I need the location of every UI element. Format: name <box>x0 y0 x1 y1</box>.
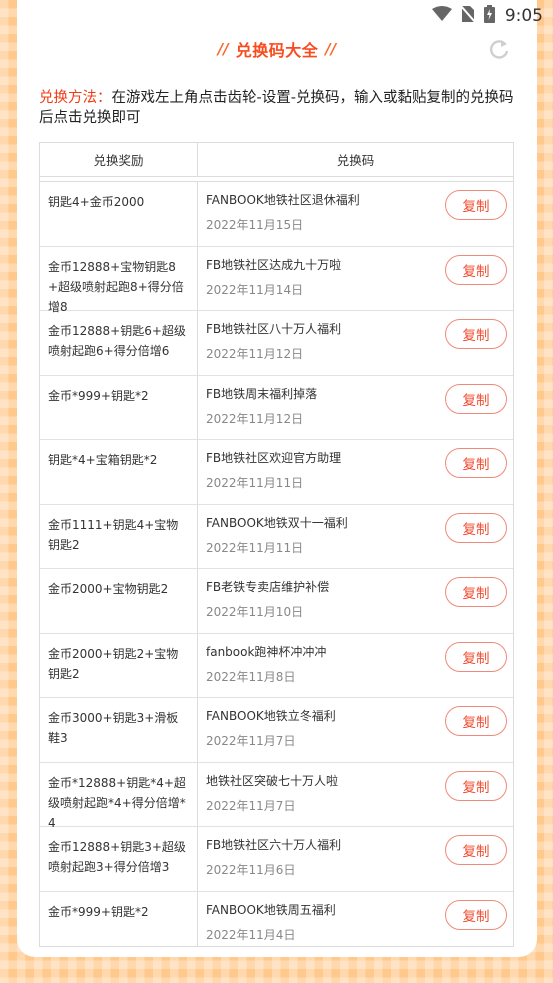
reward-cell: 金币*999+钥匙*2 <box>40 891 198 946</box>
page-title: 兑换码大全 <box>235 41 319 60</box>
table-row: 金币12888+钥匙6+超级喷射起跑6+得分倍增6 FB地铁社区八十万人福利 202… <box>40 311 513 376</box>
copy-button[interactable]: 复制 <box>445 319 507 349</box>
header-reward: 兑换奖励 <box>40 143 198 176</box>
code-cell: FANBOOK地铁立冬福利 2022年11月7日 复制 <box>198 698 513 762</box>
instructions-label: 兑换方法： <box>39 90 112 106</box>
copy-button[interactable]: 复制 <box>445 577 507 607</box>
header-code: 兑换码 <box>336 153 375 168</box>
panel-header: // 兑换码大全 // <box>17 34 537 64</box>
code-cell: FB地铁社区八十万人福利 2022年11月12日 复制 <box>198 311 513 375</box>
code-cell: FANBOOK地铁双十一福利 2022年11月11日 复制 <box>198 505 513 569</box>
reward-cell: 金币1111+钥匙4+宝物钥匙2 <box>40 504 198 568</box>
refresh-icon[interactable] <box>488 38 510 60</box>
copy-button[interactable]: 复制 <box>445 835 507 865</box>
reward-cell: 金币2000+宝物钥匙2 <box>40 569 198 633</box>
copy-button[interactable]: 复制 <box>445 512 507 543</box>
table-row: 金币1111+钥匙4+宝物钥匙2 FANBOOK地铁双十一福利 2022年11月11… <box>40 504 513 569</box>
table-row: 金币*999+钥匙*2 FB地铁周末福利掉落 2022年11月12日 复制 <box>40 375 513 440</box>
table-row: 钥匙4+金币2000 FANBOOK地铁社区退休福利 2022年11月15日 复制 <box>40 182 513 247</box>
code-cell: FB老铁专卖店维护补偿 2022年11月10日 复制 <box>198 569 513 633</box>
table-body: 钥匙4+金币2000 FANBOOK地铁社区退休福利 2022年11月15日 复制 金币… <box>40 178 513 947</box>
table-header: 兑换奖励 兑换码 <box>40 143 513 177</box>
code-cell: FB地铁社区欢迎官方助理 2022年11月11日 复制 <box>198 440 513 504</box>
copy-button[interactable]: 复制 <box>445 706 507 736</box>
title-decoration-left: // <box>217 40 229 58</box>
copy-button[interactable]: 复制 <box>445 899 507 930</box>
table-row: 金币*999+钥匙*2 FANBOOK地铁周五福利 2022年11月4日 复制 <box>40 891 513 947</box>
code-cell: FANBOOK地铁周五福利 2022年11月4日 复制 <box>198 892 513 947</box>
wifi-icon <box>431 6 452 26</box>
copy-button[interactable]: 复制 <box>445 641 507 672</box>
copy-button[interactable]: 复制 <box>445 770 507 801</box>
redeem-instructions: 兑换方法：在游戏左上角点击齿轮-设置-兑换码，输入或黏贴复制的兑换码后点击兑换即… <box>39 88 517 128</box>
codes-panel: // 兑换码大全 // 兑换方法：在游戏左上角点击齿轮-设置-兑换码，输入或黏贴… <box>17 0 537 957</box>
reward-cell: 金币2000+钥匙2+宝物钥匙2 <box>40 633 198 697</box>
copy-button[interactable]: 复制 <box>445 190 507 220</box>
reward-cell: 钥匙*4+宝箱钥匙*2 <box>40 440 198 504</box>
reward-cell: 金币*12888+钥匙*4+超级喷射起跑*4+得分倍增*4 <box>40 762 198 830</box>
status-time: 9:05 <box>504 6 543 26</box>
code-cell: FB地铁社区六十万人福利 2022年11月6日 复制 <box>198 827 513 891</box>
copy-button[interactable]: 复制 <box>445 383 507 414</box>
code-cell: FANBOOK地铁社区退休福利 2022年11月15日 复制 <box>198 182 513 246</box>
table-row: 钥匙*4+宝箱钥匙*2 FB地铁社区欢迎官方助理 2022年11月11日 复制 <box>40 440 513 505</box>
reward-cell: 金币12888+钥匙6+超级喷射起跑6+得分倍增6 <box>40 311 198 375</box>
reward-cell: 金币3000+钥匙3+滑板鞋3 <box>40 698 198 762</box>
code-cell: fanbook跑神杯冲冲冲 2022年11月8日 复制 <box>198 634 513 698</box>
table-row: 金币2000+宝物钥匙2 FB老铁专卖店维护补偿 2022年11月10日 复制 <box>40 569 513 634</box>
title-decoration-right: // <box>325 40 337 58</box>
copy-button[interactable]: 复制 <box>445 448 507 478</box>
table-row: 金币12888+钥匙3+超级喷射起跑3+得分倍增3 FB地铁社区六十万人福利 202… <box>40 827 513 892</box>
reward-cell: 金币12888+宝物钥匙8+超级喷射起跑8+得分倍增8 <box>40 246 198 314</box>
table-row: 金币12888+宝物钥匙8+超级喷射起跑8+得分倍增8 FB地铁社区达成九十万啦 2… <box>40 246 513 314</box>
battery-icon <box>483 5 495 27</box>
codes-table[interactable]: 兑换奖励 兑换码 钥匙4+金币2000 FANBOOK地铁社区退休福利 2022年1… <box>39 142 514 947</box>
reward-cell: 金币12888+钥匙3+超级喷射起跑3+得分倍增3 <box>40 827 198 891</box>
table-row: 金币*12888+钥匙*4+超级喷射起跑*4+得分倍增*4 地铁社区突破七十万人啦… <box>40 762 513 830</box>
code-cell: 地铁社区突破七十万人啦 2022年11月7日 复制 <box>198 763 513 827</box>
status-bar: 9:05 <box>0 0 553 32</box>
reward-cell: 金币*999+钥匙*2 <box>40 375 198 439</box>
code-cell: FB地铁社区达成九十万啦 2022年11月14日 复制 <box>198 247 513 311</box>
table-row: 金币2000+钥匙2+宝物钥匙2 fanbook跑神杯冲冲冲 2022年11月8日复… <box>40 633 513 698</box>
no-sim-icon <box>460 5 476 27</box>
copy-button[interactable]: 复制 <box>445 254 507 285</box>
reward-cell: 钥匙4+金币2000 <box>40 182 198 246</box>
table-row: 金币3000+钥匙3+滑板鞋3 FANBOOK地铁立冬福利 2022年11月7日 复制 <box>40 698 513 763</box>
code-cell: FB地铁周末福利掉落 2022年11月12日 复制 <box>198 376 513 440</box>
